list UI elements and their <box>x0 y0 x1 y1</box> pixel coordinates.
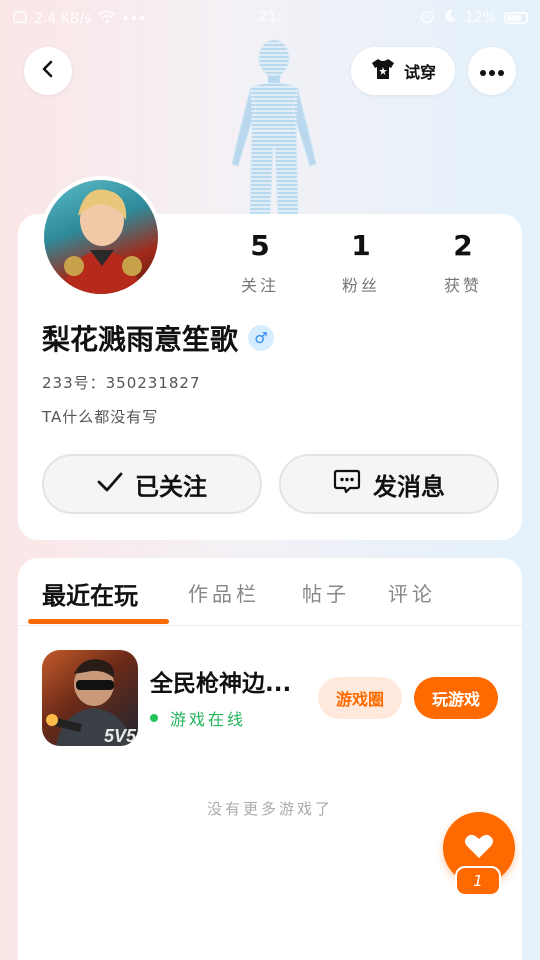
empty-list-hint: 没有更多游戏了 <box>206 800 333 818</box>
battery-text: 12% <box>464 10 496 26</box>
tab-recently-played[interactable]: 最近在玩 <box>42 576 138 611</box>
stat-following[interactable]: 5 关注 <box>218 226 302 296</box>
stat-likes[interactable]: 2 获赞 <box>420 226 506 296</box>
tab-posts[interactable]: 帖子 <box>302 578 350 607</box>
moon-icon <box>443 9 457 27</box>
game-list-item[interactable]: 5V5 全民枪神边... 游戏在线 游戏圈 玩游戏 <box>42 650 502 746</box>
game-online-status: 游戏在线 <box>150 706 246 730</box>
name-row: 梨花溅雨意笙歌 ♂ <box>42 318 275 358</box>
followers-count: 1 <box>351 229 371 262</box>
checkmark-icon <box>97 470 123 498</box>
tab-comments[interactable]: 评论 <box>388 578 436 607</box>
likes-count: 2 <box>453 229 473 262</box>
back-button[interactable] <box>24 47 72 95</box>
followed-label: 已关注 <box>135 472 207 501</box>
tab-works[interactable]: 作品栏 <box>188 578 260 607</box>
likes-label: 获赞 <box>443 276 482 295</box>
heart-icon <box>464 833 494 863</box>
profile-avatar[interactable] <box>40 176 162 298</box>
game-circle-button[interactable]: 游戏圈 <box>318 677 402 719</box>
followers-label: 粉丝 <box>341 276 380 295</box>
following-count: 5 <box>250 229 270 262</box>
avatar-figure-illustration <box>226 38 322 216</box>
stat-followers[interactable]: 1 粉丝 <box>302 226 420 296</box>
chevron-left-icon <box>39 60 57 82</box>
active-tab-indicator <box>28 619 169 624</box>
followed-button[interactable]: 已关注 <box>42 454 262 514</box>
content-card: 最近在玩 作品栏 帖子 评论 5V5 全民枪神边... 游戏在线 游戏圈 玩游戏… <box>18 558 522 960</box>
more-dots-icon <box>479 62 505 81</box>
male-gender-icon: ♂ <box>248 325 275 351</box>
online-dot-icon <box>150 714 158 722</box>
chat-bubble-icon <box>333 467 361 501</box>
game-title: 全民枪神边... <box>150 671 292 697</box>
game-icon[interactable]: 5V5 <box>42 650 138 746</box>
status-bar: 2.4 KB/s ••• 21: 12% <box>0 0 540 36</box>
tshirt-icon <box>370 57 396 85</box>
play-game-button[interactable]: 玩游戏 <box>414 677 498 719</box>
profile-stats: 5 关注 1 粉丝 2 获赞 <box>218 226 514 296</box>
try-on-button[interactable]: 试穿 <box>351 47 455 95</box>
try-on-label: 试穿 <box>403 63 436 82</box>
user-bio: TA什么都没有写 <box>42 408 159 426</box>
nickname: 梨花溅雨意笙歌 <box>42 323 239 356</box>
following-label: 关注 <box>240 276 279 295</box>
avatar-image <box>44 180 158 294</box>
game-icon-badge: 5V5 <box>104 726 137 746</box>
send-message-label: 发消息 <box>373 472 445 501</box>
like-count-badge: 1 <box>455 866 501 896</box>
user-id[interactable]: 233号：350231827 <box>42 372 201 393</box>
alarm-icon <box>419 8 435 28</box>
status-right: 12% <box>419 8 528 28</box>
send-message-button[interactable]: 发消息 <box>279 454 499 514</box>
battery-icon <box>504 12 528 24</box>
more-options-button[interactable] <box>468 47 516 95</box>
game-status-label: 游戏在线 <box>170 710 247 729</box>
profile-tabs: 最近在玩 作品栏 帖子 评论 <box>18 558 522 626</box>
